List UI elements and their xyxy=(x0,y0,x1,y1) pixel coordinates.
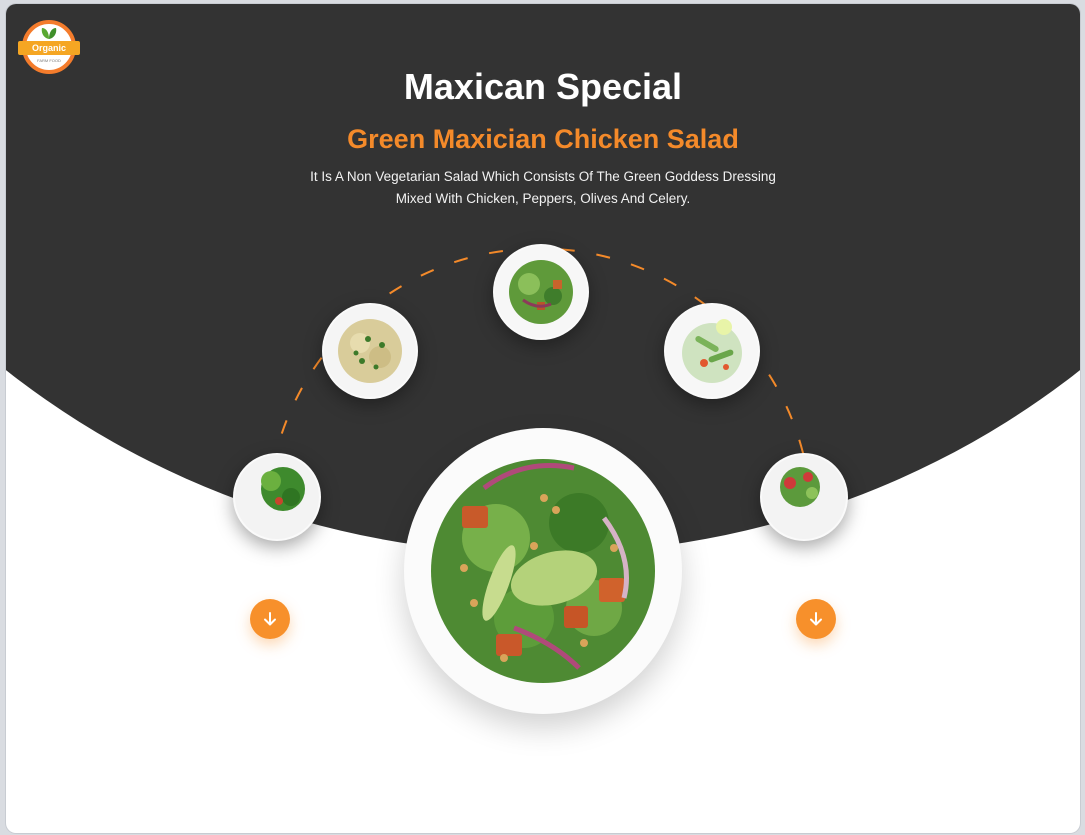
plate-left-lower[interactable] xyxy=(233,453,321,541)
plate-top[interactable] xyxy=(493,244,589,340)
arrow-down-icon xyxy=(810,612,822,626)
salad-image xyxy=(495,246,587,338)
salad-image xyxy=(235,455,319,539)
featured-salad-image xyxy=(407,435,679,707)
pasta-image xyxy=(324,305,416,397)
arrow-down-icon xyxy=(264,612,276,626)
salad-image xyxy=(762,455,846,539)
plate-left-upper[interactable] xyxy=(322,303,418,399)
app-window: Organic FARM FOOD Maxican Special Green … xyxy=(6,4,1080,833)
next-button[interactable] xyxy=(796,599,836,639)
plate-right-lower[interactable] xyxy=(760,453,848,541)
prev-button[interactable] xyxy=(250,599,290,639)
featured-salad-plate[interactable] xyxy=(404,428,682,714)
cucumber-salad-image xyxy=(666,305,758,397)
plate-right-upper[interactable] xyxy=(664,303,760,399)
